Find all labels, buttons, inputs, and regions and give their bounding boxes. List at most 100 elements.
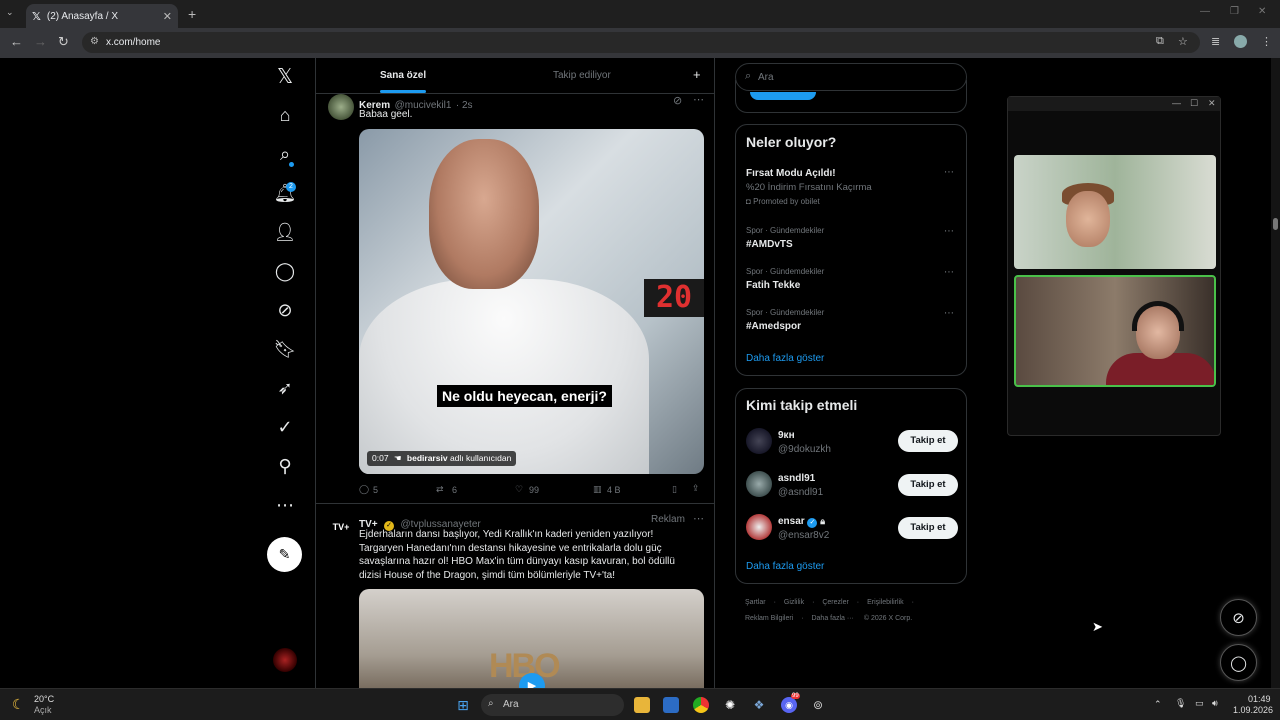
- suggestion-name-row[interactable]: ensar ✓ 🔒︎: [778, 516, 825, 528]
- bookmark-icon[interactable]: 🔖︎: [272, 336, 298, 362]
- bookmark-tweet-icon[interactable]: ▯: [672, 484, 677, 495]
- video-source-suffix: adlı kullanıcıdan: [449, 453, 512, 463]
- message-icon[interactable]: ◯: [272, 258, 298, 284]
- trend-more-icon[interactable]: ⋯: [944, 226, 954, 237]
- footer-terms-link[interactable]: Şartlar: [745, 599, 766, 606]
- tray-chevron-icon[interactable]: ⌃: [1154, 699, 1162, 710]
- store-icon[interactable]: [663, 697, 679, 713]
- app-icon-2[interactable]: ⊚: [810, 697, 826, 713]
- call-minimize-icon[interactable]: —: [1172, 98, 1181, 108]
- weather-moon-icon[interactable]: ☾: [12, 696, 25, 713]
- share-icon[interactable]: ⇪: [692, 483, 700, 494]
- participant-video-2-speaking[interactable]: [1014, 275, 1216, 387]
- reply-icon[interactable]: ◯: [359, 484, 369, 495]
- more-icon[interactable]: ⋯: [272, 492, 298, 518]
- call-close-icon[interactable]: ✕: [1208, 98, 1216, 109]
- subscribe-button-edge[interactable]: [750, 92, 816, 100]
- search-icon[interactable]: ⌕: [272, 141, 298, 167]
- reload-icon[interactable]: ↻: [58, 34, 69, 50]
- suggestion-avatar[interactable]: [746, 428, 772, 454]
- taskbar-search[interactable]: ⌕ Ara: [481, 694, 624, 716]
- windows-start-icon[interactable]: ⊞: [455, 697, 471, 713]
- verified-icon[interactable]: ✓: [272, 414, 298, 440]
- footer-ads-info-link[interactable]: Reklam Bilgileri: [745, 615, 793, 622]
- weather-temp[interactable]: 20°C: [34, 694, 54, 704]
- grok-explain-icon[interactable]: ⊘: [673, 94, 682, 107]
- views-icon[interactable]: ▥: [593, 484, 602, 495]
- tweet-video[interactable]: 20 Ne oldu heyecan, enerji? 0:07 ☚ bedir…: [359, 129, 704, 474]
- footer-more-link[interactable]: Daha fazla ···: [811, 615, 853, 622]
- follow-button[interactable]: Takip et: [898, 430, 958, 452]
- follow-button[interactable]: Takip et: [898, 517, 958, 539]
- close-tab-icon[interactable]: ✕: [163, 10, 172, 23]
- tab-following[interactable]: Takip ediliyor: [553, 70, 611, 81]
- suggestion-avatar[interactable]: [746, 514, 772, 540]
- suggestion-avatar[interactable]: [746, 471, 772, 497]
- clock-date[interactable]: 1.09.2026: [1233, 705, 1273, 715]
- video-source-user[interactable]: bedirarsiv: [407, 453, 448, 463]
- network-icon[interactable]: ▭: [1195, 698, 1204, 709]
- grok-fab-icon[interactable]: ⊘: [1220, 599, 1257, 636]
- grok-icon[interactable]: ⊘: [272, 297, 298, 323]
- forward-arrow-icon[interactable]: →: [34, 34, 47, 49]
- add-user-icon[interactable]: 👤︎: [272, 219, 298, 245]
- suggestion-name[interactable]: 9кн: [778, 430, 795, 441]
- new-tab-button[interactable]: +: [188, 6, 196, 22]
- media-controls-icon[interactable]: ≣: [1211, 35, 1220, 48]
- chatgpt-icon[interactable]: ✺: [722, 697, 738, 713]
- chrome-menu-icon[interactable]: ⋮: [1261, 35, 1272, 48]
- trends-show-more-link[interactable]: Daha fazla göster: [746, 353, 824, 364]
- add-tab-button[interactable]: +: [693, 67, 701, 82]
- messages-fab-icon[interactable]: ◯: [1220, 644, 1257, 681]
- volume-icon[interactable]: 🔊︎: [1212, 698, 1218, 709]
- url-bar[interactable]: ⚙ x.com/home: [82, 32, 1200, 53]
- trend-more-icon[interactable]: ⋯: [944, 308, 954, 319]
- tweet-video[interactable]: HBO ▶: [359, 589, 704, 688]
- tweet-avatar[interactable]: [328, 94, 354, 120]
- trend-more-icon[interactable]: ⋯: [944, 167, 954, 178]
- bookmark-star-icon[interactable]: ☆: [1178, 35, 1188, 48]
- app-icon[interactable]: ❖: [751, 697, 767, 713]
- video-call-window[interactable]: — ☐ ✕: [1007, 96, 1221, 436]
- call-maximize-icon[interactable]: ☐: [1190, 98, 1198, 109]
- page-scrollbar[interactable]: [1271, 58, 1280, 688]
- footer-cookies-link[interactable]: Çerezler: [822, 599, 848, 606]
- tweet-more-icon[interactable]: ⋯: [693, 93, 704, 106]
- suggestion-name[interactable]: asndl91: [778, 473, 815, 484]
- maximize-icon[interactable]: ❐: [1230, 6, 1239, 17]
- footer-accessibility-link[interactable]: Erişilebilirlik: [867, 599, 904, 606]
- discord-icon[interactable]: ◉: [781, 697, 797, 713]
- close-window-icon[interactable]: ✕: [1258, 6, 1266, 17]
- compose-post-button[interactable]: ✎: [267, 537, 302, 572]
- site-info-icon[interactable]: ⚙: [90, 36, 99, 47]
- profile-icon[interactable]: ⚲: [272, 453, 298, 479]
- browser-tab[interactable]: 𝕏 (2) Anasayfa / X ✕: [26, 4, 178, 28]
- tab-list-chevron-icon[interactable]: ⌄: [6, 7, 14, 18]
- account-avatar[interactable]: [273, 648, 297, 672]
- call-window-titlebar[interactable]: [1008, 97, 1220, 111]
- minimize-icon[interactable]: —: [1200, 6, 1210, 17]
- tweet-time[interactable]: · 2s: [456, 100, 473, 111]
- tweet-avatar[interactable]: TV+: [328, 514, 354, 540]
- tweet-more-icon[interactable]: ⋯: [693, 512, 704, 525]
- back-arrow-icon[interactable]: ←: [10, 34, 23, 49]
- retweet-count: 6: [452, 485, 458, 495]
- install-app-icon[interactable]: ⧉: [1156, 35, 1164, 48]
- trend-more-icon[interactable]: ⋯: [944, 267, 954, 278]
- profile-avatar[interactable]: [1234, 35, 1247, 48]
- home-icon[interactable]: ⌂: [272, 102, 298, 128]
- follow-button[interactable]: Takip et: [898, 474, 958, 496]
- footer-privacy-link[interactable]: Gizlilik: [784, 599, 804, 606]
- rocket-icon[interactable]: ➶: [272, 375, 298, 401]
- scrollbar-thumb[interactable]: [1273, 218, 1278, 230]
- clock-time[interactable]: 01:49: [1248, 694, 1271, 704]
- like-icon[interactable]: ♡: [515, 484, 523, 495]
- file-explorer-icon[interactable]: [634, 697, 650, 713]
- chrome-icon[interactable]: [693, 697, 709, 713]
- tab-for-you[interactable]: Sana özel: [380, 70, 426, 81]
- participant-video-1[interactable]: [1014, 155, 1216, 269]
- x-logo-icon[interactable]: 𝕏: [272, 63, 298, 89]
- microphone-icon[interactable]: 🎙︎: [1175, 698, 1186, 709]
- who-show-more-link[interactable]: Daha fazla göster: [746, 561, 824, 572]
- retweet-icon[interactable]: ⇄: [436, 484, 444, 495]
